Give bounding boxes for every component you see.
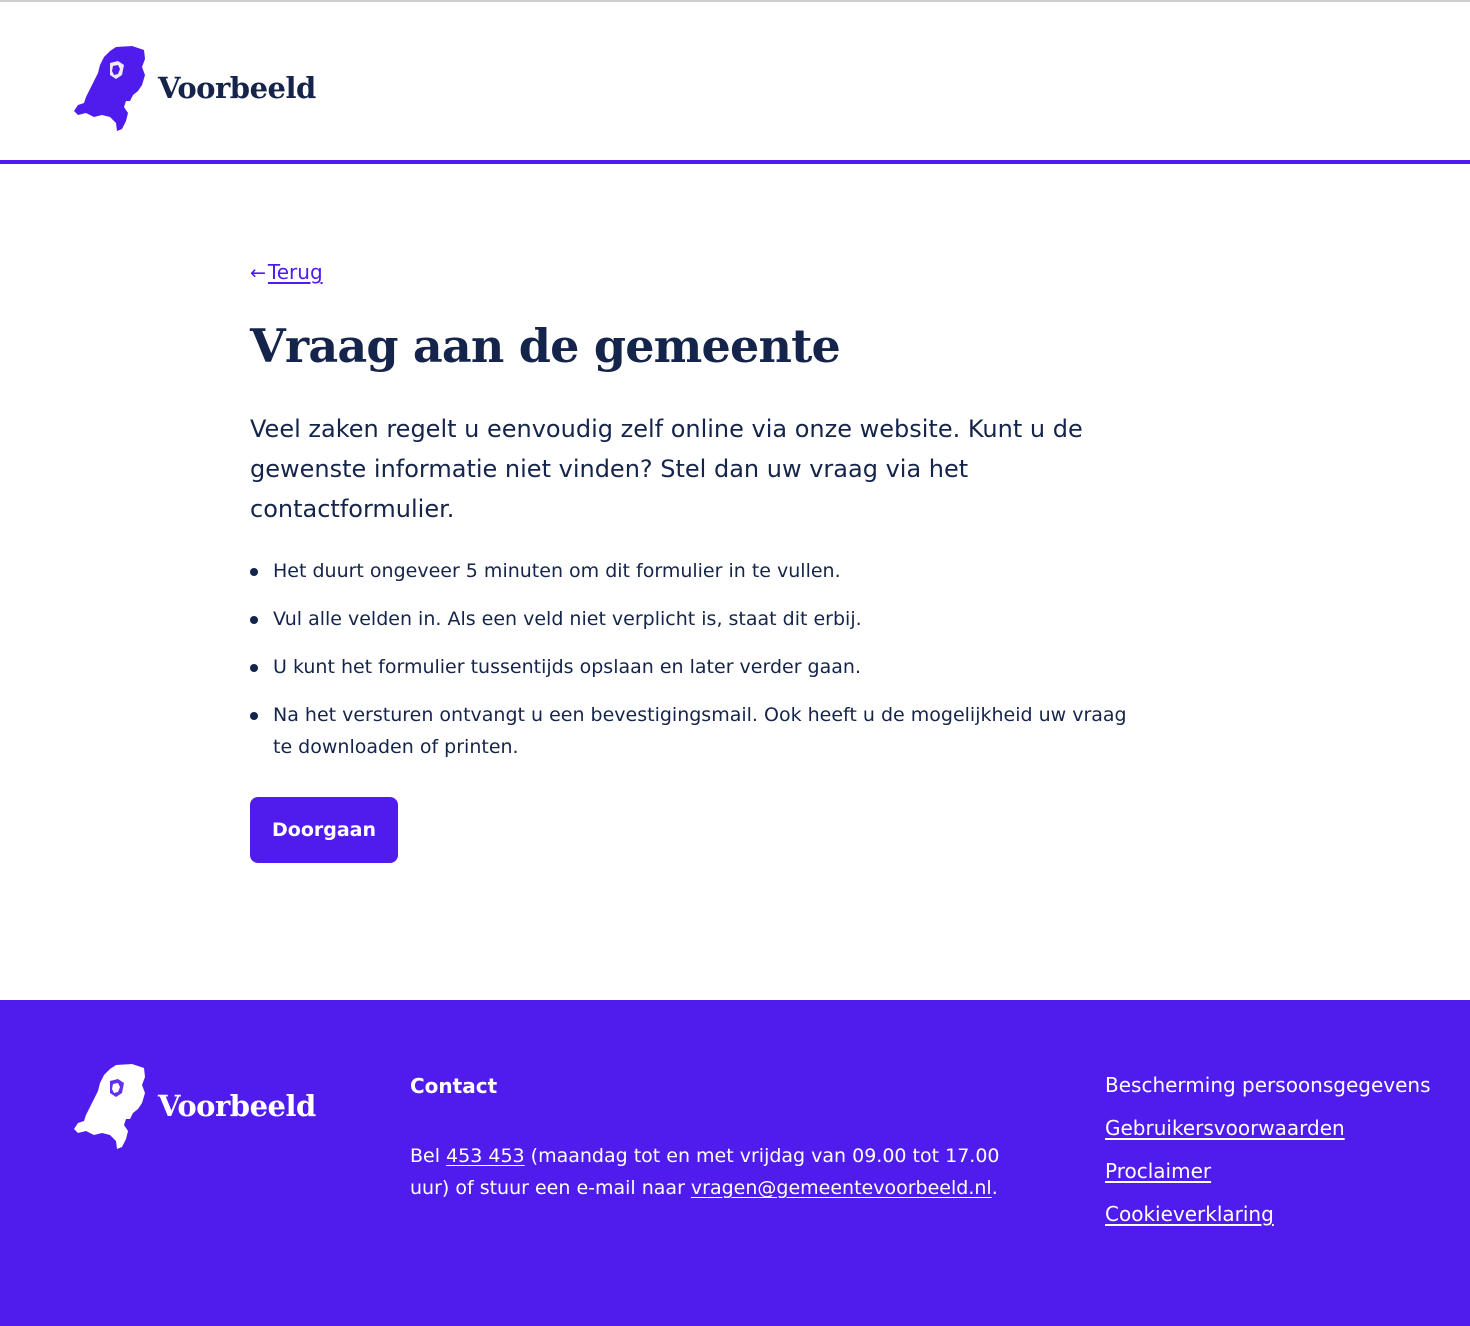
contact-text: Bel 453 453 (maandag tot en met vrijdag … — [410, 1140, 1020, 1204]
info-list: Het duurt ongeveer 5 minuten om dit form… — [250, 555, 1140, 763]
contact-section: Contact Bel 453 453 (maandag tot en met … — [410, 1072, 1020, 1204]
contact-prefix: Bel — [410, 1145, 447, 1167]
main-content: ← Terug Vraag aan de gemeente Veel zaken… — [0, 164, 1470, 1000]
back-link-label: Terug — [267, 260, 323, 284]
list-item: Het duurt ongeveer 5 minuten om dit form… — [250, 555, 1133, 587]
site-footer: Voorbeeld Contact Bel 453 453 (maandag t… — [0, 1000, 1470, 1326]
back-link[interactable]: ← Terug — [250, 260, 323, 284]
footer-link-privacy[interactable]: Bescherming persoonsgegevens — [1105, 1073, 1431, 1097]
header-logo-link[interactable]: Voorbeeld — [72, 45, 316, 131]
footer-nav: Bescherming persoonsgegevens Gebruikersv… — [1105, 1070, 1465, 1242]
header-logo-text: Voorbeeld — [158, 70, 316, 105]
footer-link-cookies[interactable]: Cookieverklaring — [1105, 1202, 1274, 1226]
arrow-left-icon: ← — [250, 262, 266, 284]
phone-link[interactable]: 453 453 — [446, 1145, 525, 1167]
list-item: Na het versturen ontvangt u een bevestig… — [250, 699, 1133, 763]
contact-suffix: . — [991, 1177, 998, 1199]
netherlands-map-icon — [74, 46, 145, 131]
footer-logo-text: Voorbeeld — [158, 1088, 316, 1123]
footer-link-proclaimer[interactable]: Proclaimer — [1105, 1159, 1211, 1183]
content-column: ← Terug Vraag aan de gemeente Veel zaken… — [250, 260, 1140, 863]
footer-link-terms[interactable]: Gebruikersvoorwaarden — [1105, 1116, 1345, 1140]
footer-logo-link[interactable]: Voorbeeld — [72, 1063, 316, 1149]
continue-button[interactable]: Doorgaan — [250, 796, 399, 863]
site-header: Voorbeeld — [0, 2, 1470, 164]
netherlands-map-icon — [74, 1064, 145, 1149]
intro-text: Veel zaken regelt u eenvoudig zelf onlin… — [250, 414, 1083, 523]
list-item: U kunt het formulier tussentijds opslaan… — [250, 651, 1133, 683]
list-item: Vul alle velden in. Als een veld niet ve… — [250, 603, 1133, 635]
email-link[interactable]: vragen@gemeentevoorbeeld.nl — [691, 1177, 992, 1199]
page-title: Vraag aan de gemeente — [250, 319, 841, 373]
contact-heading: Contact — [410, 1074, 498, 1098]
